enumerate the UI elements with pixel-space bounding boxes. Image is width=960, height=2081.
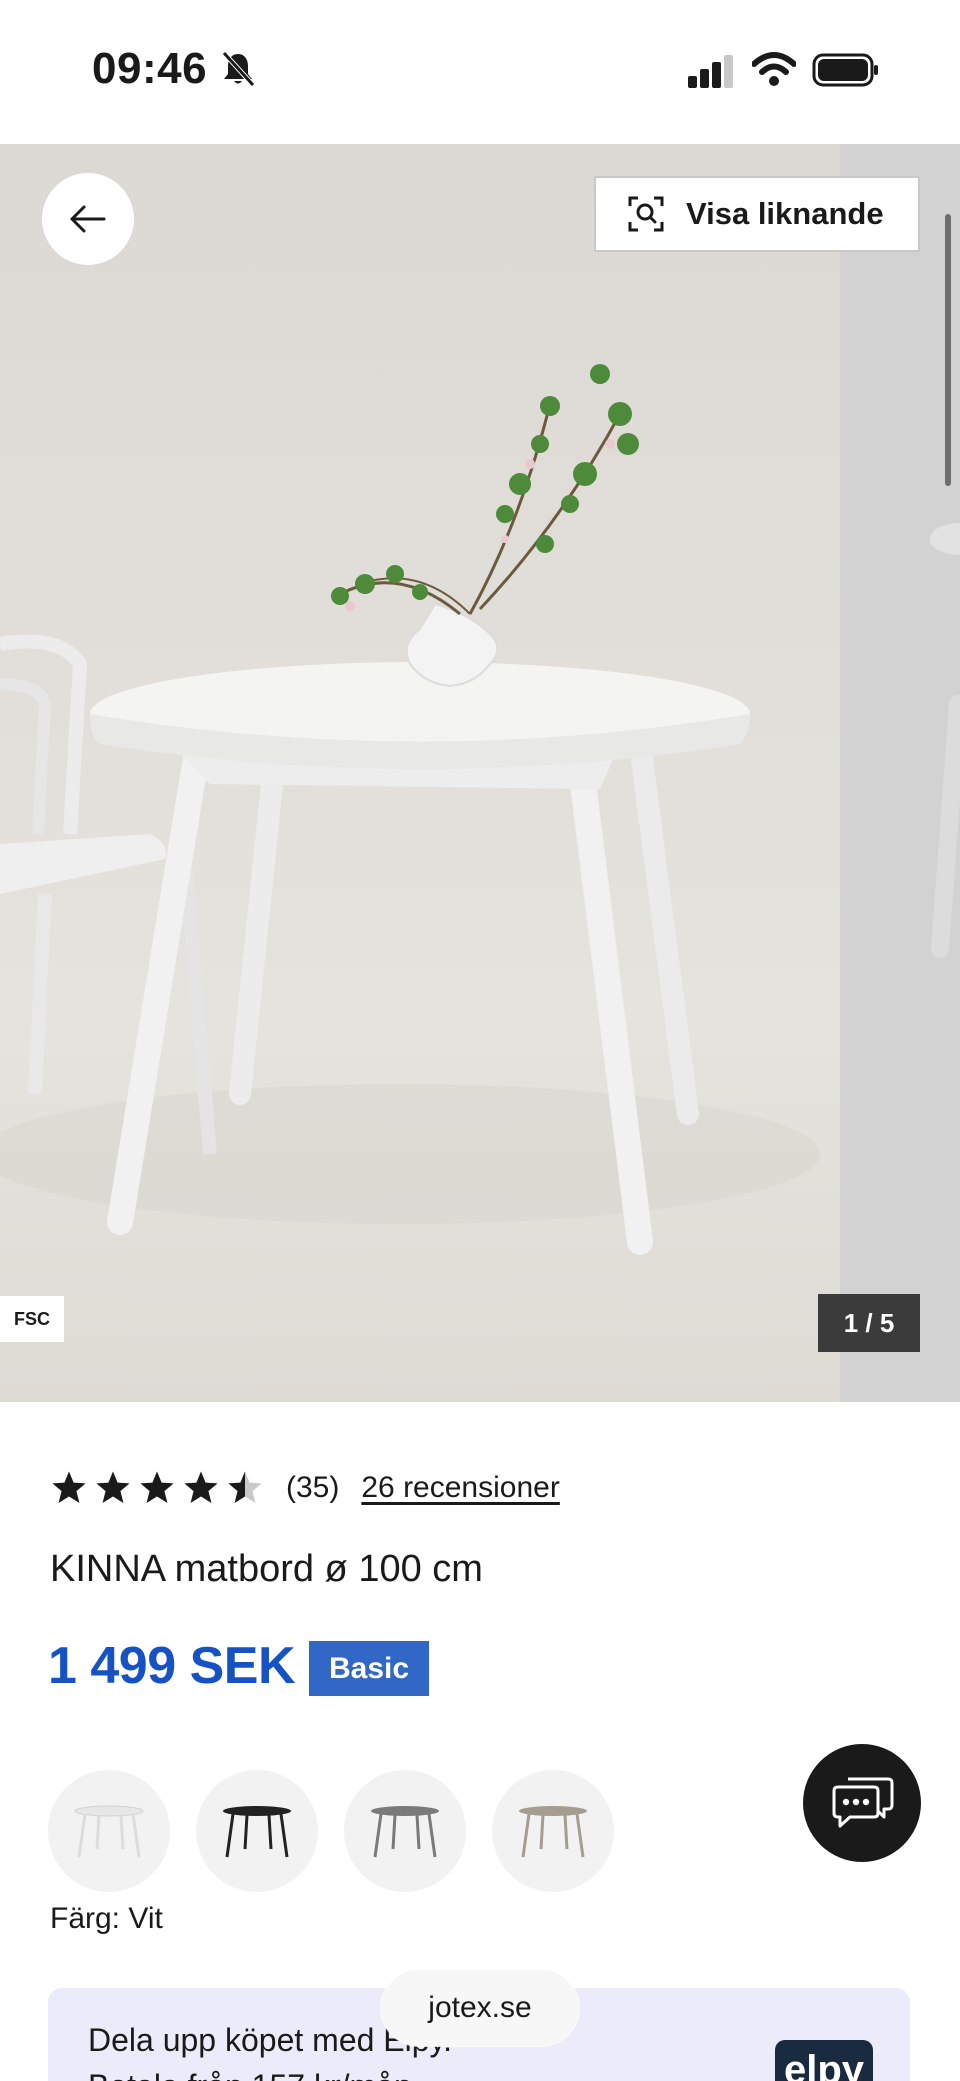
star-rating: [50, 1469, 264, 1507]
basic-badge: Basic: [309, 1641, 429, 1696]
star-full-icon: [140, 1471, 174, 1504]
selected-color-label: Färg: Vit: [50, 1902, 163, 1935]
product-title: KINNA matbord ø 100 cm: [50, 1548, 483, 1590]
table-black-icon: [223, 1806, 291, 1858]
product-price: 1 499 SEK: [48, 1637, 296, 1695]
product-image-gallery[interactable]: Visa liknande FSC 1 / 5: [0, 144, 960, 1402]
installment-subtext: Betala från 157 kr/mån: [88, 2068, 412, 2081]
swatch-black[interactable]: [196, 1770, 318, 1892]
star-half-icon: [228, 1471, 262, 1504]
star-full-icon: [52, 1471, 86, 1504]
table-white-icon: [74, 1805, 144, 1858]
star-full-icon: [184, 1471, 218, 1504]
color-swatches: [48, 1770, 614, 1892]
status-bar: 09:46: [0, 0, 960, 144]
swatch-white[interactable]: [48, 1770, 170, 1892]
back-button[interactable]: [41, 172, 135, 266]
scrollbar-thumb[interactable]: [945, 214, 951, 486]
cellular-signal-icon: [688, 55, 733, 88]
chat-button[interactable]: [803, 1744, 921, 1862]
chat-bubble-icon: [832, 1777, 894, 1828]
visual-search-icon: [628, 196, 664, 232]
swatch-grey[interactable]: [344, 1770, 466, 1892]
browser-url-pill[interactable]: jotex.se: [381, 1970, 579, 2046]
image-counter: 1 / 5: [818, 1294, 920, 1352]
bell-muted-icon: [222, 51, 255, 87]
show-similar-button[interactable]: Visa liknande: [594, 176, 920, 252]
status-time: 09:46: [92, 44, 208, 93]
next-product-photo-peek[interactable]: [840, 144, 960, 1402]
product-photo[interactable]: [0, 144, 840, 1402]
table-beige-icon: [519, 1806, 587, 1858]
swatch-beige[interactable]: [492, 1770, 614, 1892]
reviews-link[interactable]: 26 recensioner: [361, 1471, 559, 1505]
wifi-icon: [752, 52, 796, 86]
elpy-logo: elpy: [775, 2040, 873, 2081]
rating-count: (35): [286, 1471, 340, 1504]
battery-icon: [812, 53, 878, 87]
arrow-left-icon: [70, 205, 106, 233]
star-full-icon: [96, 1471, 130, 1504]
table-grey-icon: [371, 1806, 439, 1858]
show-similar-label: Visa liknande: [686, 196, 884, 231]
rating-row: (35) 26 recensioner: [50, 1466, 560, 1510]
fsc-badge: FSC: [0, 1296, 64, 1342]
